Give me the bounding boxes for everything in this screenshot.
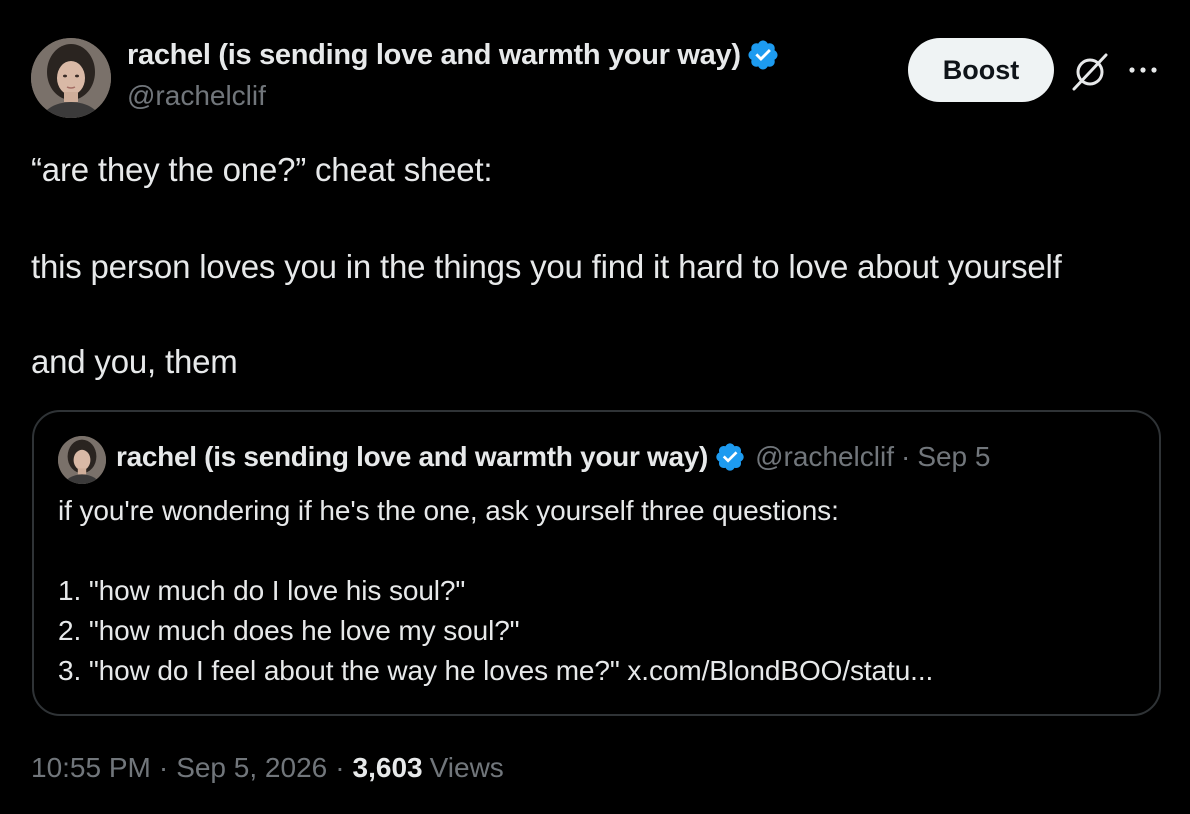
- verified-badge-icon[interactable]: [746, 38, 780, 72]
- quoted-author-avatar[interactable]: [58, 436, 106, 484]
- quoted-tweet-header: rachel (is sending love and warmth your …: [116, 441, 990, 473]
- author-handle[interactable]: @rachelclif: [127, 80, 266, 112]
- tweet-time[interactable]: 10:55 PM: [31, 752, 151, 784]
- tweet-meta: 10:55 PM · Sep 5, 2026 · 3,603 Views: [31, 752, 504, 784]
- quoted-text-line-2: 1. "how much do I love his soul?": [58, 575, 466, 606]
- quoted-tweet-card[interactable]: rachel (is sending love and warmth your …: [32, 410, 1161, 716]
- views-count[interactable]: 3,603: [353, 752, 423, 784]
- tweet-date[interactable]: Sep 5, 2026: [176, 752, 327, 784]
- author-name-row: rachel (is sending love and warmth your …: [127, 38, 780, 72]
- quoted-text-line-4: 3. "how do I feel about the way he loves…: [58, 655, 934, 686]
- quoted-author-handle[interactable]: @rachelclif: [755, 441, 894, 473]
- meta-separator-1: ·: [158, 752, 169, 783]
- quoted-verified-badge-icon: [716, 443, 744, 471]
- quoted-header-separator: ·: [900, 441, 911, 472]
- tweet-text-line-2: this person loves you in the things you …: [31, 248, 1062, 285]
- author-avatar[interactable]: [31, 38, 111, 118]
- tweet-text-line-1: “are they the one?” cheat sheet:: [31, 151, 493, 188]
- meta-separator-2: ·: [335, 752, 345, 783]
- quoted-author-name[interactable]: rachel (is sending love and warmth your …: [116, 441, 708, 473]
- quoted-text-line-3: 2. "how much does he love my soul?": [58, 615, 520, 646]
- quoted-text-line-1: if you're wondering if he's the one, ask…: [58, 495, 839, 526]
- boost-button[interactable]: Boost: [908, 38, 1054, 102]
- more-icon[interactable]: [1126, 58, 1160, 82]
- tweet-text-line-3: and you, them: [31, 343, 238, 380]
- quoted-tweet-date[interactable]: Sep 5: [917, 441, 990, 473]
- author-display-name[interactable]: rachel (is sending love and warmth your …: [127, 39, 741, 72]
- views-label: Views: [429, 752, 504, 783]
- grok-icon[interactable]: [1068, 52, 1112, 92]
